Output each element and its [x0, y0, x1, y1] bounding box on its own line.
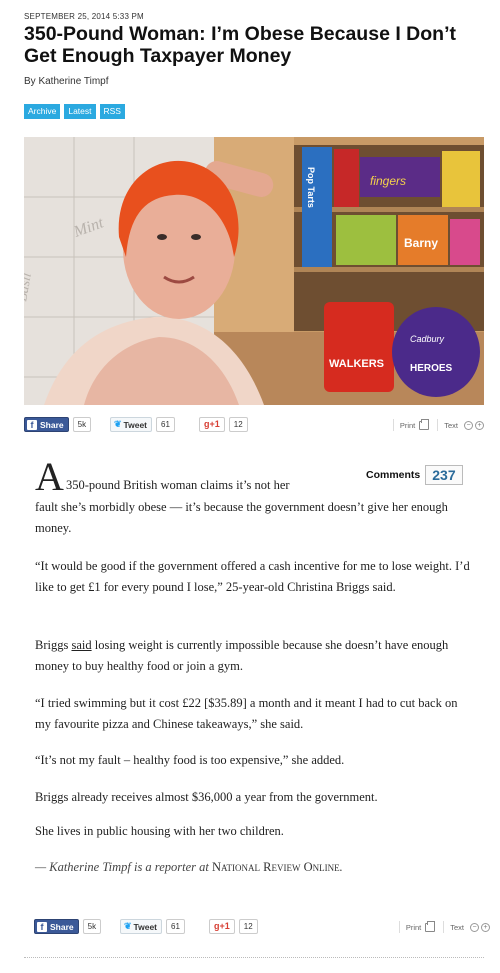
facebook-share-button[interactable]: f Share	[24, 417, 69, 432]
photo-snack-cadbury: Cadbury	[410, 334, 445, 344]
comments-count[interactable]: 237	[425, 465, 463, 485]
tools-divider	[437, 419, 439, 431]
paragraph-2: “It would be good if the government offe…	[35, 559, 470, 594]
tweet-button[interactable]: ❦ Tweet	[110, 417, 153, 432]
twitter-bird-icon: ❦	[124, 921, 132, 931]
drop-cap: A	[35, 454, 64, 499]
footer-divider	[24, 957, 484, 958]
paragraph-3-start: Briggs	[35, 638, 72, 652]
text-increase-icon[interactable]: +	[475, 420, 484, 430]
facebook-share-button-bottom[interactable]: f Share	[34, 919, 79, 934]
paragraph-1-first-line: 350-pound British woman claims it’s not …	[66, 478, 290, 492]
signoff-end: .	[339, 860, 343, 874]
gplus-share-group-bottom: g+1 12	[209, 919, 258, 934]
article-photo-illustration: Mint Basil Pop Tarts fingers Barny WALKE…	[24, 137, 484, 405]
text-decrease-icon[interactable]: −	[464, 420, 473, 430]
text-size-label: Text	[444, 420, 458, 430]
tools-divider	[443, 921, 445, 933]
comments-label: Comments	[366, 469, 421, 481]
gplus-button-bottom[interactable]: g+1	[209, 919, 235, 934]
paragraph-3-end: losing weight is currently impossible be…	[35, 638, 449, 673]
facebook-share-label: Share	[40, 419, 64, 430]
facebook-share-label: Share	[50, 921, 74, 932]
text-decrease-icon[interactable]: −	[470, 922, 479, 932]
print-link[interactable]: Print	[400, 421, 415, 430]
share-bar-top: f Share 5k ❦ Tweet 61 g+1 12 Print Text …	[24, 413, 484, 437]
tag-archive[interactable]: Archive	[24, 104, 61, 119]
paragraph-7: She lives in public housing with her two…	[35, 824, 284, 838]
photo-snack-barny: Barny	[404, 236, 438, 250]
gplus-count: 12	[238, 919, 258, 934]
article-tools: Print Text − +	[392, 418, 484, 431]
facebook-share-group: f Share 5k	[24, 417, 92, 432]
comments-box[interactable]: Comments 237	[366, 465, 463, 485]
text-increase-icon[interactable]: +	[481, 922, 490, 932]
tag-rss[interactable]: RSS	[99, 104, 125, 119]
author-signoff: — Katherine Timpf is a reporter at Natio…	[35, 857, 475, 878]
facebook-icon: f	[27, 419, 37, 430]
photo-snack-heroes: HEROES	[410, 363, 453, 374]
tweet-count: 61	[156, 417, 175, 432]
article-tools-bottom: Print Text − +	[398, 920, 490, 933]
headline-line-1: 350-Pound Woman: I’m Obese Because I Don…	[24, 23, 456, 45]
said-link[interactable]: said	[71, 638, 91, 652]
twitter-bird-icon: ❦	[114, 419, 122, 429]
tweet-label: Tweet	[123, 419, 148, 430]
paragraph-6: Briggs already receives almost $36,000 a…	[35, 790, 378, 804]
gplus-count: 12	[228, 417, 248, 432]
gplus-button[interactable]: g+1	[199, 417, 225, 432]
facebook-icon: f	[37, 921, 47, 932]
tweet-count: 61	[166, 919, 185, 934]
printer-icon[interactable]	[419, 418, 430, 430]
tag-latest[interactable]: Latest	[64, 104, 96, 119]
photo-snack-pop-tarts: Pop Tarts	[306, 167, 316, 208]
tweet-button-bottom[interactable]: ❦ Tweet	[120, 919, 163, 934]
facebook-share-count: 5k	[72, 417, 92, 432]
paragraph-4: “I tried swimming but it cost £22 [$35.8…	[35, 696, 458, 731]
signoff-prefix: — Katherine Timpf is a reporter at	[35, 860, 212, 874]
photo-snack-fingers: fingers	[370, 174, 406, 188]
dateline: SEPTEMBER 25, 2014 5:33 PM	[24, 12, 144, 21]
facebook-share-count: 5k	[82, 919, 102, 934]
article-photo: Mint Basil Pop Tarts fingers Barny WALKE…	[24, 137, 484, 405]
publication-name: National Review Online	[211, 860, 340, 874]
twitter-share-group-bottom: ❦ Tweet 61	[120, 919, 185, 934]
headline-line-2: Get Enough Taxpayer Money	[24, 45, 292, 67]
twitter-share-group: ❦ Tweet 61	[110, 417, 175, 432]
printer-icon[interactable]	[425, 920, 436, 932]
headline: 350-Pound Woman: I’m Obese Because I Don…	[24, 23, 484, 67]
paragraph-5: “It’s not my fault – healthy food is too…	[35, 753, 345, 767]
byline: By Katherine Timpf	[24, 76, 109, 87]
tag-list: Archive Latest RSS	[24, 104, 125, 119]
share-bar-bottom: f Share 5k ❦ Tweet 61 g+1 12 Print Text …	[24, 915, 490, 939]
paragraph-1: fault she’s morbidly obese — it’s becaus…	[35, 500, 448, 535]
paragraph-3: Briggs said losing weight is currently i…	[35, 635, 475, 676]
text-size-label: Text	[450, 922, 464, 932]
facebook-share-group-bottom: f Share 5k	[34, 919, 102, 934]
gplus-share-group: g+1 12	[199, 417, 248, 432]
tweet-label: Tweet	[133, 921, 158, 932]
print-link-bottom[interactable]: Print	[406, 923, 421, 932]
photo-snack-walkers: WALKERS	[329, 358, 384, 370]
